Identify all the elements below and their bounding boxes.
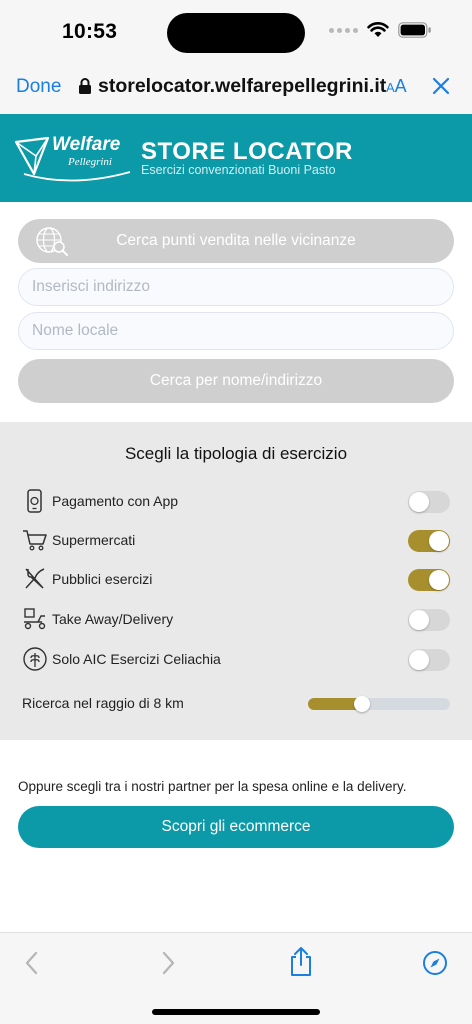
partner-text: Oppure scegli tra i nostri partner per l… [18,779,407,794]
ecommerce-button-label: Scopri gli ecommerce [161,818,311,835]
fork-knife-icon [25,568,45,589]
logo-wordmark: Welfare [52,134,121,155]
search-nearby-label: Cerca punti vendita nelle vicinanze [116,232,356,249]
status-icons [329,22,432,38]
filter-row-pubblici-esercizi: Pubblici esercizi [22,566,450,594]
filter-label: Take Away/Delivery [52,611,174,627]
filter-row-pagamento-app: Pagamento con App [22,488,450,516]
radius-label: Ricerca nel raggio di 8 km [22,695,184,711]
gluten-free-icon [23,647,47,671]
text-size-small-a: A [386,80,395,95]
filter-label: Pubblici esercizi [52,571,153,587]
toggle-pubblici-esercizi[interactable] [408,569,450,591]
wifi-icon [367,22,389,37]
logo-subtitle: Pellegrini [68,156,112,168]
page-subtitle: Esercizi convenzionati Buoni Pasto [141,163,336,177]
browser-url-bar: Done storelocator.welfarepellegrini.it A… [0,60,472,114]
filter-label: Supermercati [52,532,136,548]
store-name-input[interactable]: Nome locale [18,312,454,350]
lock-icon [79,78,91,94]
search-nearby-button[interactable]: Cerca punti vendita nelle vicinanze [18,219,454,263]
search-by-name-button[interactable]: Cerca per nome/indirizzo [18,359,454,403]
radius-slider-thumb[interactable] [353,696,370,712]
close-icon[interactable] [432,77,450,95]
toggle-pagamento-app[interactable] [408,491,450,513]
done-button[interactable]: Done [16,76,61,98]
filter-label: Solo AIC Esercizi Celiachia [52,651,221,667]
back-chevron-icon[interactable] [22,949,42,977]
page-title: STORE LOCATOR [141,138,353,165]
filter-title: Scegli la tipologia di esercizio [124,444,348,463]
text-size-button[interactable]: AA [386,76,407,97]
shopping-cart-icon [23,530,47,551]
cellular-signal-icon [329,27,358,33]
home-indicator [152,1009,320,1015]
globe-search-icon [36,227,68,256]
battery-icon [398,22,431,38]
toggle-take-away[interactable] [408,609,450,631]
toggle-supermercati[interactable] [408,530,450,552]
filter-panel: Scegli la tipologia di esercizio Pagamen… [0,422,472,740]
toggle-celiachia[interactable] [408,649,450,671]
share-icon[interactable] [288,946,314,978]
text-size-big-a: A [394,76,407,96]
address-input[interactable]: Inserisci indirizzo [18,268,454,306]
url-text[interactable]: storelocator.welfarepellegrini.it [98,75,386,98]
filter-row-take-away: Take Away/Delivery [22,606,450,634]
filter-row-supermercati: Supermercati [22,527,450,555]
filter-row-celiachia: Solo AIC Esercizi Celiachia [22,646,450,674]
search-form: Cerca punti vendita nelle vicinanze Inse… [0,202,472,422]
site-header: Welfare Pellegrini STORE LOCATOR Eserciz… [0,114,472,202]
status-bar: 10:53 [0,0,472,60]
welfare-pellegrini-logo[interactable]: Welfare Pellegrini [14,132,131,188]
status-time: 10:53 [62,20,118,43]
delivery-scooter-icon [24,608,46,630]
filter-label: Pagamento con App [52,493,179,509]
ecommerce-button[interactable]: Scopri gli ecommerce [18,806,454,848]
phone-payment-icon [27,489,42,513]
forward-chevron-icon[interactable] [158,949,178,977]
logo-swoosh [23,171,131,182]
search-by-name-label: Cerca per nome/indirizzo [149,372,323,389]
compass-icon[interactable] [422,950,448,976]
radius-slider[interactable] [308,696,450,712]
dynamic-island [167,13,305,53]
